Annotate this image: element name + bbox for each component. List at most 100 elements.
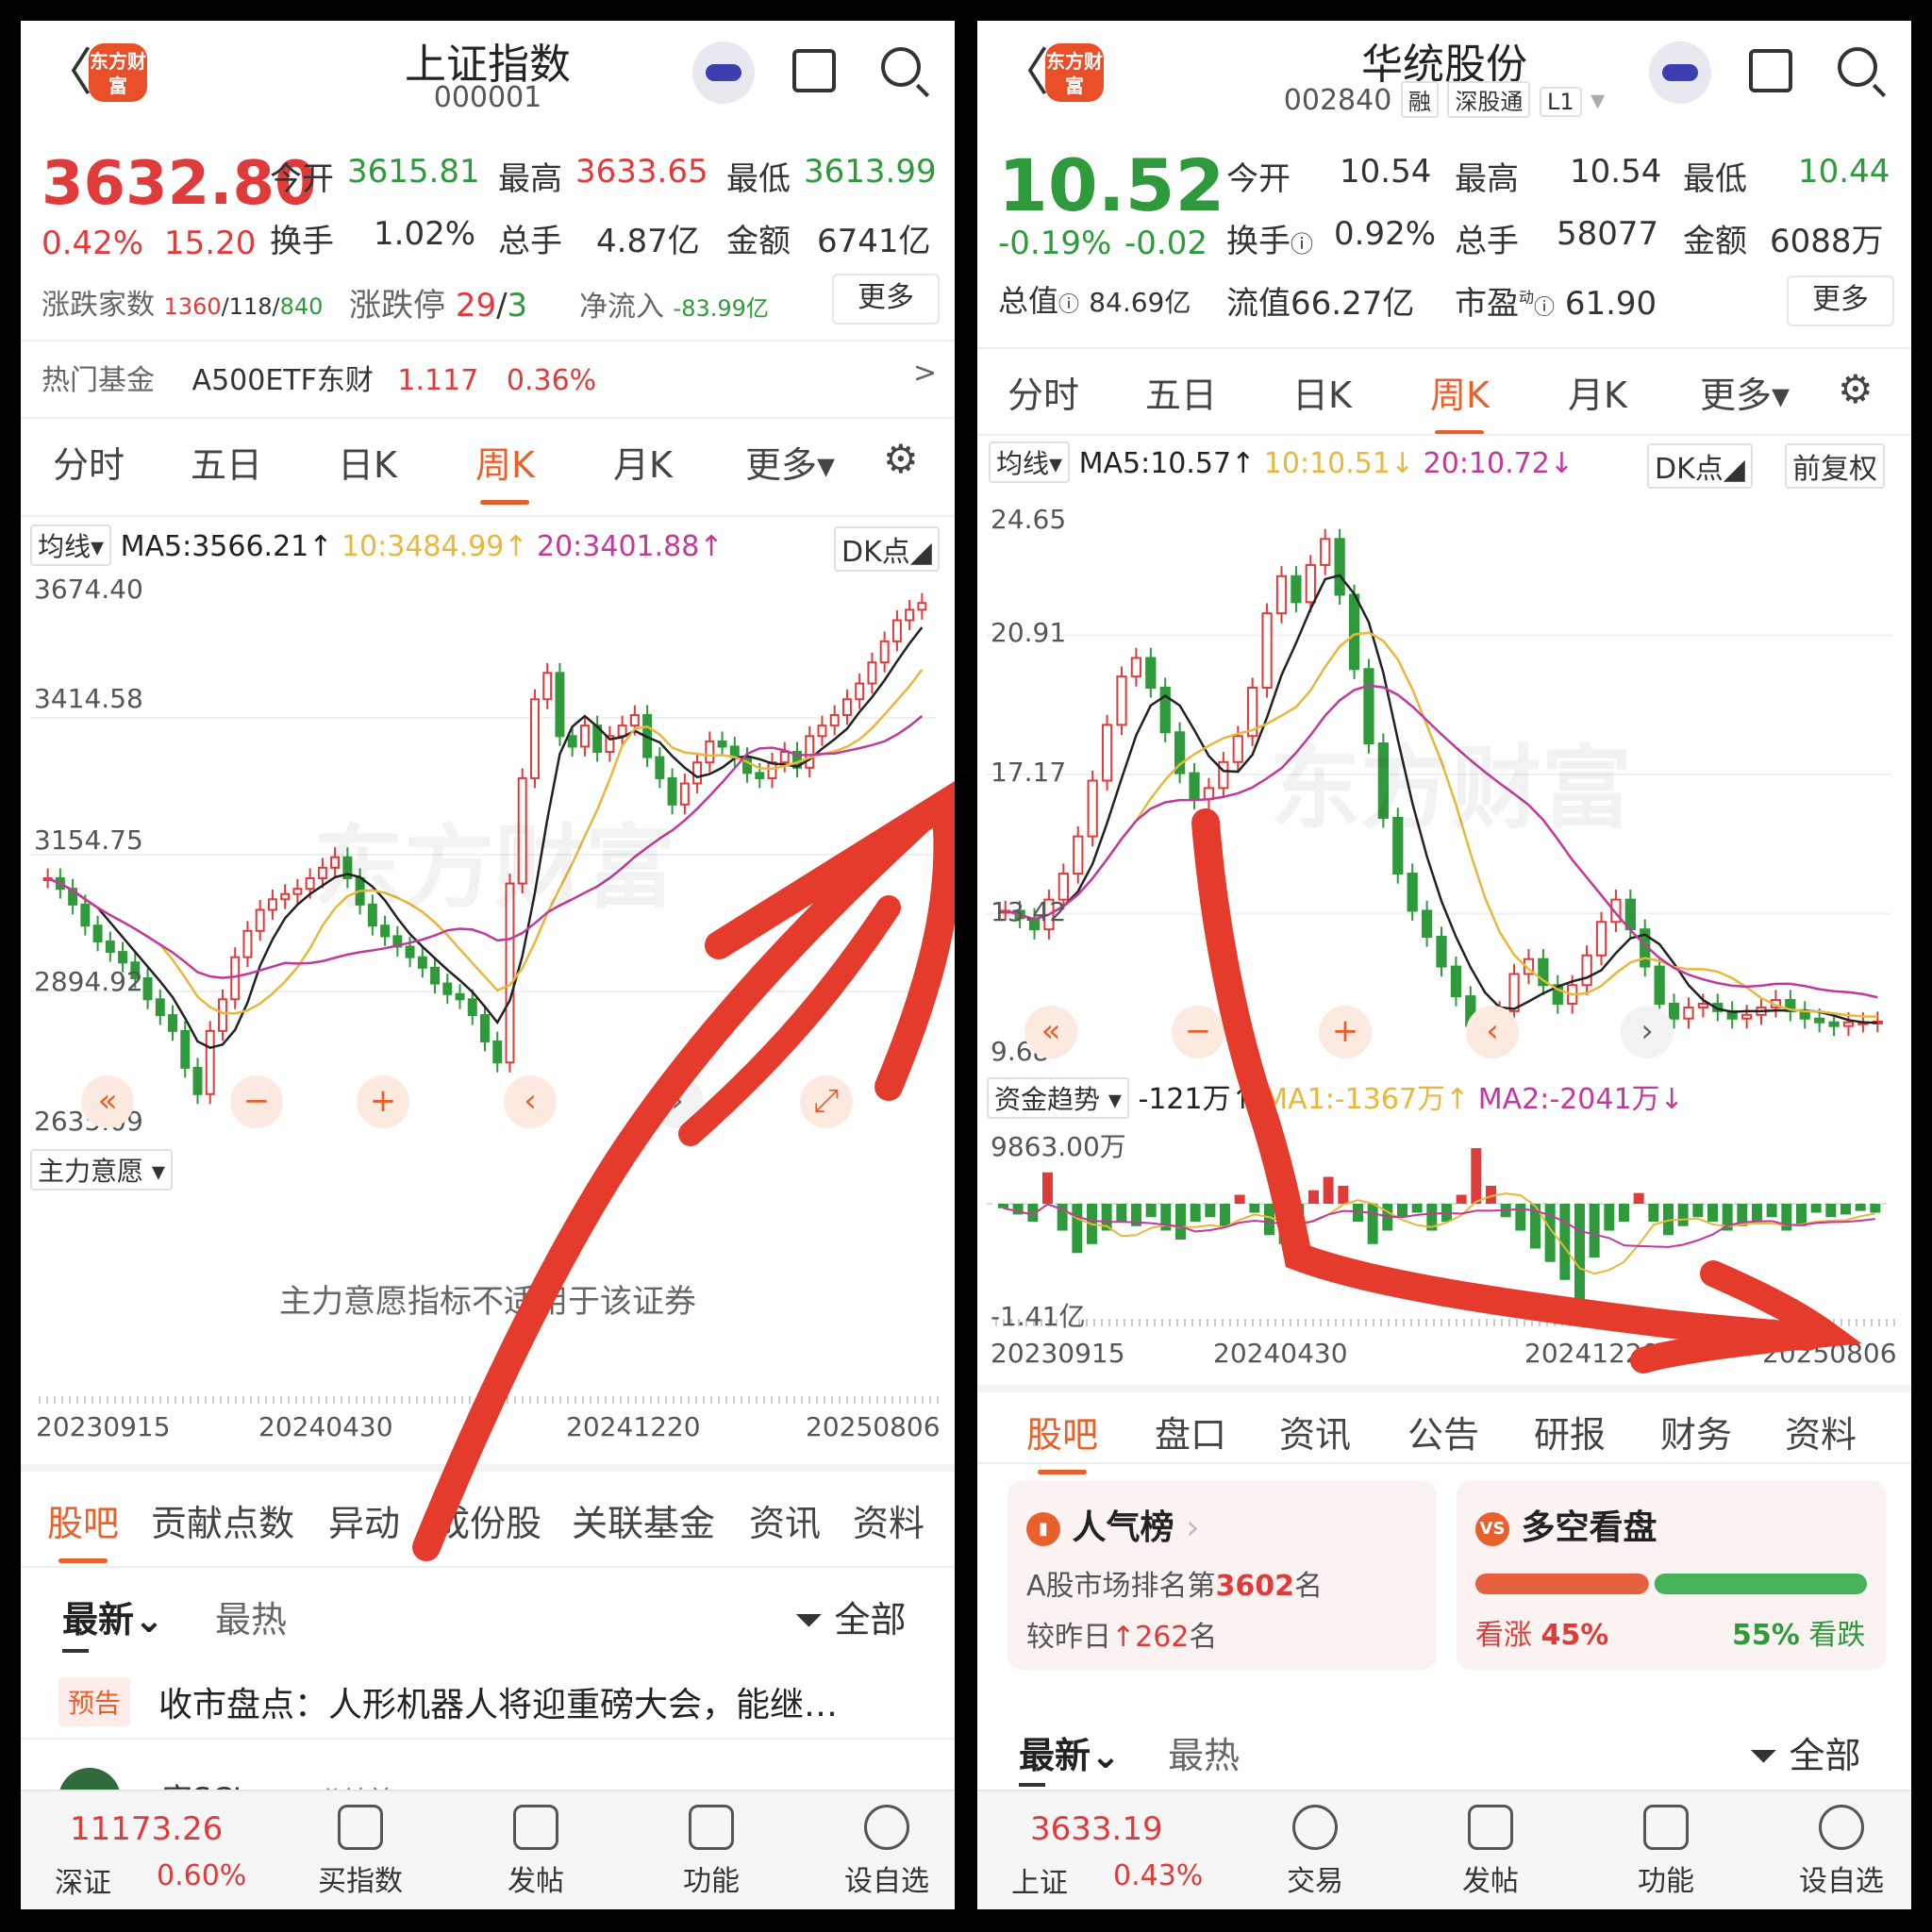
bar-index-value[interactable]: 11173.26	[70, 1810, 223, 1848]
tab-weekly-k[interactable]: 周K	[1430, 366, 1490, 435]
tab-more[interactable]: 更多▾	[745, 436, 835, 488]
tab-news[interactable]: 资讯	[749, 1494, 821, 1546]
more-button[interactable]: 更多	[832, 274, 940, 325]
tab-daily-k[interactable]: 日K	[338, 436, 397, 488]
ma-selector[interactable]: 均线▾	[30, 525, 112, 566]
tab-five-day[interactable]: 五日	[191, 436, 262, 488]
step-right-icon[interactable]: ›	[651, 1075, 704, 1128]
tab-guba[interactable]: 股吧	[1026, 1406, 1098, 1474]
caret-down-icon[interactable]: ▾	[1591, 84, 1605, 117]
tab-guba[interactable]: 股吧	[47, 1494, 119, 1563]
more-button[interactable]: 更多	[1787, 275, 1894, 326]
security-code: 002840	[1283, 84, 1392, 117]
rank-suffix: 名	[1294, 1570, 1324, 1603]
tab-profile[interactable]: 资料	[853, 1494, 924, 1546]
tab-five-day[interactable]: 五日	[1145, 366, 1217, 418]
candle	[867, 661, 877, 685]
post-button[interactable]: 发帖	[1434, 1805, 1547, 1899]
sort-latest[interactable]: 最新⌄	[1019, 1726, 1121, 1778]
assistant-robot-icon[interactable]	[692, 42, 755, 104]
candle	[1740, 1013, 1753, 1020]
zoom-out-icon[interactable]: −	[230, 1075, 283, 1128]
tab-orderbook[interactable]: 盘口	[1155, 1406, 1226, 1457]
info-icon[interactable]: ⓘ	[1534, 296, 1555, 320]
filter-all[interactable]: ⏷ 全部	[794, 1591, 907, 1642]
change-percent: 0.42%	[42, 225, 144, 262]
functions-button[interactable]: 功能	[655, 1805, 768, 1899]
post-label: 发帖	[1462, 1865, 1519, 1898]
tab-daily-k[interactable]: 日K	[1292, 366, 1352, 418]
assistant-robot-icon[interactable]	[1649, 42, 1711, 104]
search-icon[interactable]	[1838, 47, 1877, 87]
hot-fund-price: 1.117	[397, 364, 479, 397]
sort-hot[interactable]: 最热	[1168, 1726, 1240, 1778]
gear-icon[interactable]: ⚙	[883, 436, 919, 482]
dk-point-button[interactable]: DK点◢	[834, 526, 940, 572]
tab-profile[interactable]: 资料	[1785, 1406, 1857, 1457]
tab-monthly-k[interactable]: 月K	[1568, 366, 1627, 418]
tab-research[interactable]: 研报	[1534, 1406, 1606, 1457]
buy-index-button[interactable]: 买指数	[304, 1805, 417, 1899]
long-short-card[interactable]: VS 多空看盘 看涨 45% 55% 看跌	[1457, 1481, 1886, 1670]
zoom-in-icon[interactable]: +	[357, 1075, 409, 1128]
functions-button[interactable]: 功能	[1609, 1805, 1723, 1899]
search-icon[interactable]	[881, 47, 921, 87]
tab-news[interactable]: 资讯	[1279, 1406, 1351, 1457]
sub-indicator-selector[interactable]: 主力意愿 ▾	[30, 1149, 173, 1191]
candle	[829, 713, 840, 727]
tab-constituents[interactable]: 成份股	[434, 1494, 541, 1546]
tab-financials[interactable]: 财务	[1660, 1406, 1732, 1457]
post-button[interactable]: 发帖	[479, 1805, 592, 1899]
tab-monthly-k[interactable]: 月K	[613, 436, 673, 488]
tab-more[interactable]: 更多▾	[1700, 366, 1790, 418]
filter-all[interactable]: ⏷ 全部	[1749, 1726, 1861, 1778]
adjust-button[interactable]: 前复权	[1785, 443, 1885, 489]
long-short-title: 多空看盘	[1521, 1508, 1657, 1547]
ma-selector[interactable]: 均线▾	[989, 441, 1071, 483]
add-watchlist-button[interactable]: 设自选	[1785, 1805, 1898, 1899]
limit-down: 3	[507, 287, 528, 325]
step-left-icon[interactable]: ‹	[504, 1075, 557, 1128]
level-badge[interactable]: L1	[1539, 87, 1582, 117]
zoom-out-icon[interactable]: −	[1172, 1006, 1224, 1058]
flow-bar	[1825, 1204, 1837, 1218]
notice-tag: 预告	[58, 1677, 131, 1726]
sub-y-bottom: -1.41亿	[991, 1301, 1086, 1332]
gear-icon[interactable]: ⚙	[1838, 366, 1874, 412]
hot-fund-row[interactable]: 热门基金 A500ETF东财 1.117 0.36%	[42, 357, 596, 398]
dk-point-button[interactable]: DK点◢	[1647, 443, 1753, 489]
tab-intraday[interactable]: 分时	[1008, 366, 1079, 418]
tab-weekly-k[interactable]: 周K	[475, 436, 535, 505]
step-right-icon[interactable]: ›	[1621, 1006, 1674, 1058]
trade-button[interactable]: 交易	[1258, 1805, 1372, 1899]
tab-movement[interactable]: 异动	[328, 1494, 400, 1546]
share-icon[interactable]	[792, 49, 836, 92]
rewind-icon[interactable]: «	[1024, 1006, 1077, 1058]
tab-related-funds[interactable]: 关联基金	[572, 1494, 715, 1546]
popularity-card[interactable]: ▮ 人气榜 › A股市场排名第3602名 较昨日↑262名	[1008, 1481, 1437, 1670]
turnover-value: 0.92%	[1334, 215, 1437, 253]
info-icon[interactable]: ⓘ	[1291, 231, 1313, 258]
post-label: 发帖	[508, 1865, 564, 1898]
chevron-right-icon[interactable]: >	[913, 357, 937, 390]
tab-announcements[interactable]: 公告	[1407, 1406, 1479, 1457]
sort-latest[interactable]: 最新⌄	[62, 1591, 164, 1642]
hot-fund-pct: 0.36%	[506, 364, 597, 397]
rewind-icon[interactable]: «	[81, 1075, 134, 1128]
tab-intraday[interactable]: 分时	[53, 436, 125, 488]
low-value: 10.44	[1798, 153, 1890, 191]
step-left-icon[interactable]: ‹	[1466, 1006, 1519, 1058]
functions-label: 功能	[1638, 1865, 1694, 1898]
share-icon[interactable]	[1749, 49, 1792, 92]
add-watchlist-button[interactable]: 设自选	[830, 1805, 943, 1899]
notice-headline[interactable]: 收市盘点：人形机器人将迎重磅大会，能继…	[158, 1677, 838, 1726]
candle	[1508, 973, 1520, 1012]
sub-indicator-selector[interactable]: 资金趋势 ▾	[987, 1077, 1129, 1119]
bar-index-value[interactable]: 3633.19	[1030, 1810, 1163, 1848]
decliners: 840	[279, 293, 324, 320]
sort-hot[interactable]: 最热	[215, 1591, 287, 1642]
fullscreen-icon[interactable]: ⤢	[800, 1075, 853, 1128]
tab-contribution[interactable]: 贡献点数	[151, 1494, 294, 1546]
info-icon[interactable]: ⓘ	[1058, 293, 1079, 317]
zoom-in-icon[interactable]: +	[1319, 1006, 1372, 1058]
